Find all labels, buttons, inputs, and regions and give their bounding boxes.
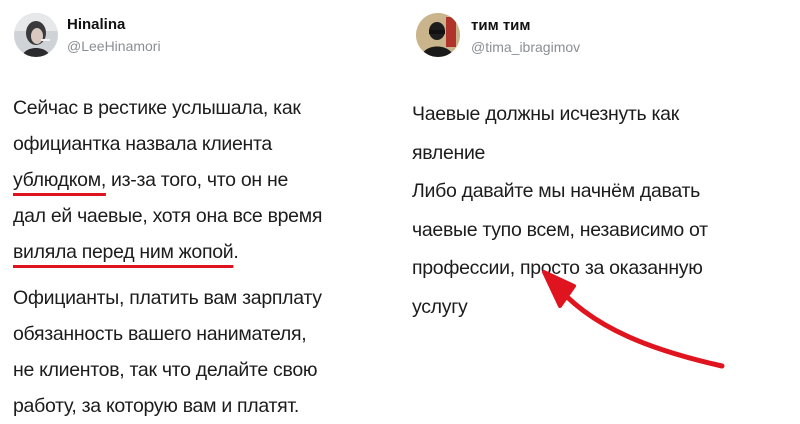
tweet-paragraph-2: Либо давайте мы начнём давать чаевые туп… [412, 172, 797, 326]
text-line: не клиентов, так что делайте свою [13, 359, 318, 381]
tweet-paragraph-1: Сейчас в рестике услышала, как официантк… [13, 90, 398, 270]
author-handle[interactable]: @LeeHinamori [67, 38, 161, 54]
author-name[interactable]: Hinalina [67, 16, 125, 33]
underlined-word: ублюдком, [13, 169, 106, 191]
text-line: работу, за которую вам и платят. [13, 395, 299, 417]
text-line: дал ей чаевые, хотя она все время [13, 205, 323, 227]
text-line: явление [412, 141, 486, 164]
text-line: официантка назвала клиента [13, 133, 272, 155]
text-line: услугу [412, 295, 468, 318]
text-line: виляла перед ним жопой. [13, 241, 239, 263]
text-line: профессии, просто за оказанную [412, 257, 703, 279]
text-line: чаевые тупо всем, независимо от [412, 218, 708, 241]
tweet-left: Hinalina @LeeHinamori Сейчас в рестике у… [0, 0, 400, 420]
text-line: ублюдком, из-за того, что он не [13, 169, 288, 191]
avatar-tim[interactable] [416, 13, 460, 57]
avatar-hinalina[interactable] [14, 13, 58, 57]
text-line: Сейчас в рестике услышала, как [13, 97, 301, 119]
author-name[interactable]: тим тим [471, 17, 531, 34]
tweet-paragraph-1: Чаевые должны исчезнуть как явление [412, 95, 797, 172]
tweet-right: тим тим @tima_ibragimov Чаевые должны ис… [400, 0, 800, 420]
text-line: Либо давайте мы начнём давать [412, 180, 700, 202]
text-line: обязанность вашего нанимателя, [13, 323, 307, 345]
text-line: Чаевые должны исчезнуть как [412, 103, 679, 125]
tweet-paragraph-2: Официанты, платить вам зарплату обязанно… [13, 280, 398, 424]
author-handle[interactable]: @tima_ibragimov [471, 39, 580, 55]
underlined-phrase: виляла перед ним жопой [13, 241, 234, 263]
text-line: Официанты, платить вам зарплату [13, 287, 322, 309]
